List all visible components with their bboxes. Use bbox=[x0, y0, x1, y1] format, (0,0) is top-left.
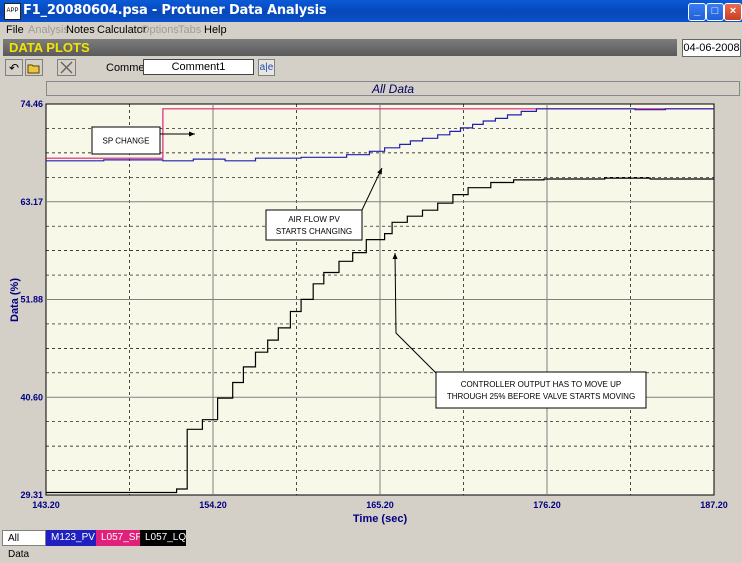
annotation-controller-output-box bbox=[435, 371, 647, 409]
y-tick-label: 63.17 bbox=[20, 197, 43, 207]
y-axis-label: Data (%) bbox=[9, 278, 21, 322]
tab-l057-lq[interactable]: L057_LQ bbox=[140, 530, 186, 546]
tab-all-data[interactable]: All Data bbox=[2, 530, 46, 560]
x-tick-label: 187.20 bbox=[700, 500, 728, 510]
x-axis-label: Time (sec) bbox=[353, 513, 408, 525]
x-tick-label: 154.20 bbox=[199, 500, 227, 510]
x-tick-label: 143.20 bbox=[32, 500, 60, 510]
annotation-air-flow: AIR FLOW PV STARTS CHANGING bbox=[265, 209, 363, 241]
y-tick-label: 51.88 bbox=[20, 295, 43, 305]
x-tick-label: 165.20 bbox=[366, 500, 394, 510]
tab-m123-pv[interactable]: M123_PV bbox=[46, 530, 96, 546]
y-tick-label: 74.46 bbox=[20, 99, 43, 109]
annotation-sp-change-text: SP CHANGE bbox=[103, 137, 150, 146]
annotation-air-flow-text: STARTS CHANGING bbox=[276, 227, 352, 236]
y-tick-label: 29.31 bbox=[20, 490, 43, 500]
annotation-controller-output: CONTROLLER OUTPUT HAS TO MOVE UP THROUGH … bbox=[435, 371, 647, 409]
annotation-controller-output-text: THROUGH 25% BEFORE VALVE STARTS MOVING bbox=[447, 392, 635, 401]
annotation-air-flow-text: AIR FLOW PV bbox=[288, 215, 340, 224]
x-tick-label: 176.20 bbox=[533, 500, 561, 510]
tab-l057-sp[interactable]: L057_SP bbox=[96, 530, 142, 546]
annotation-sp-change: SP CHANGE bbox=[91, 126, 161, 155]
tab-strip: All Data M123_PV L057_SP L057_LQ bbox=[0, 530, 742, 560]
chart: 143.20 154.20 165.20 176.20 187.20 29.31 40.60… bbox=[9, 99, 728, 525]
annotation-controller-output-text: CONTROLLER OUTPUT HAS TO MOVE UP bbox=[461, 380, 621, 389]
y-tick-label: 40.60 bbox=[20, 392, 43, 402]
